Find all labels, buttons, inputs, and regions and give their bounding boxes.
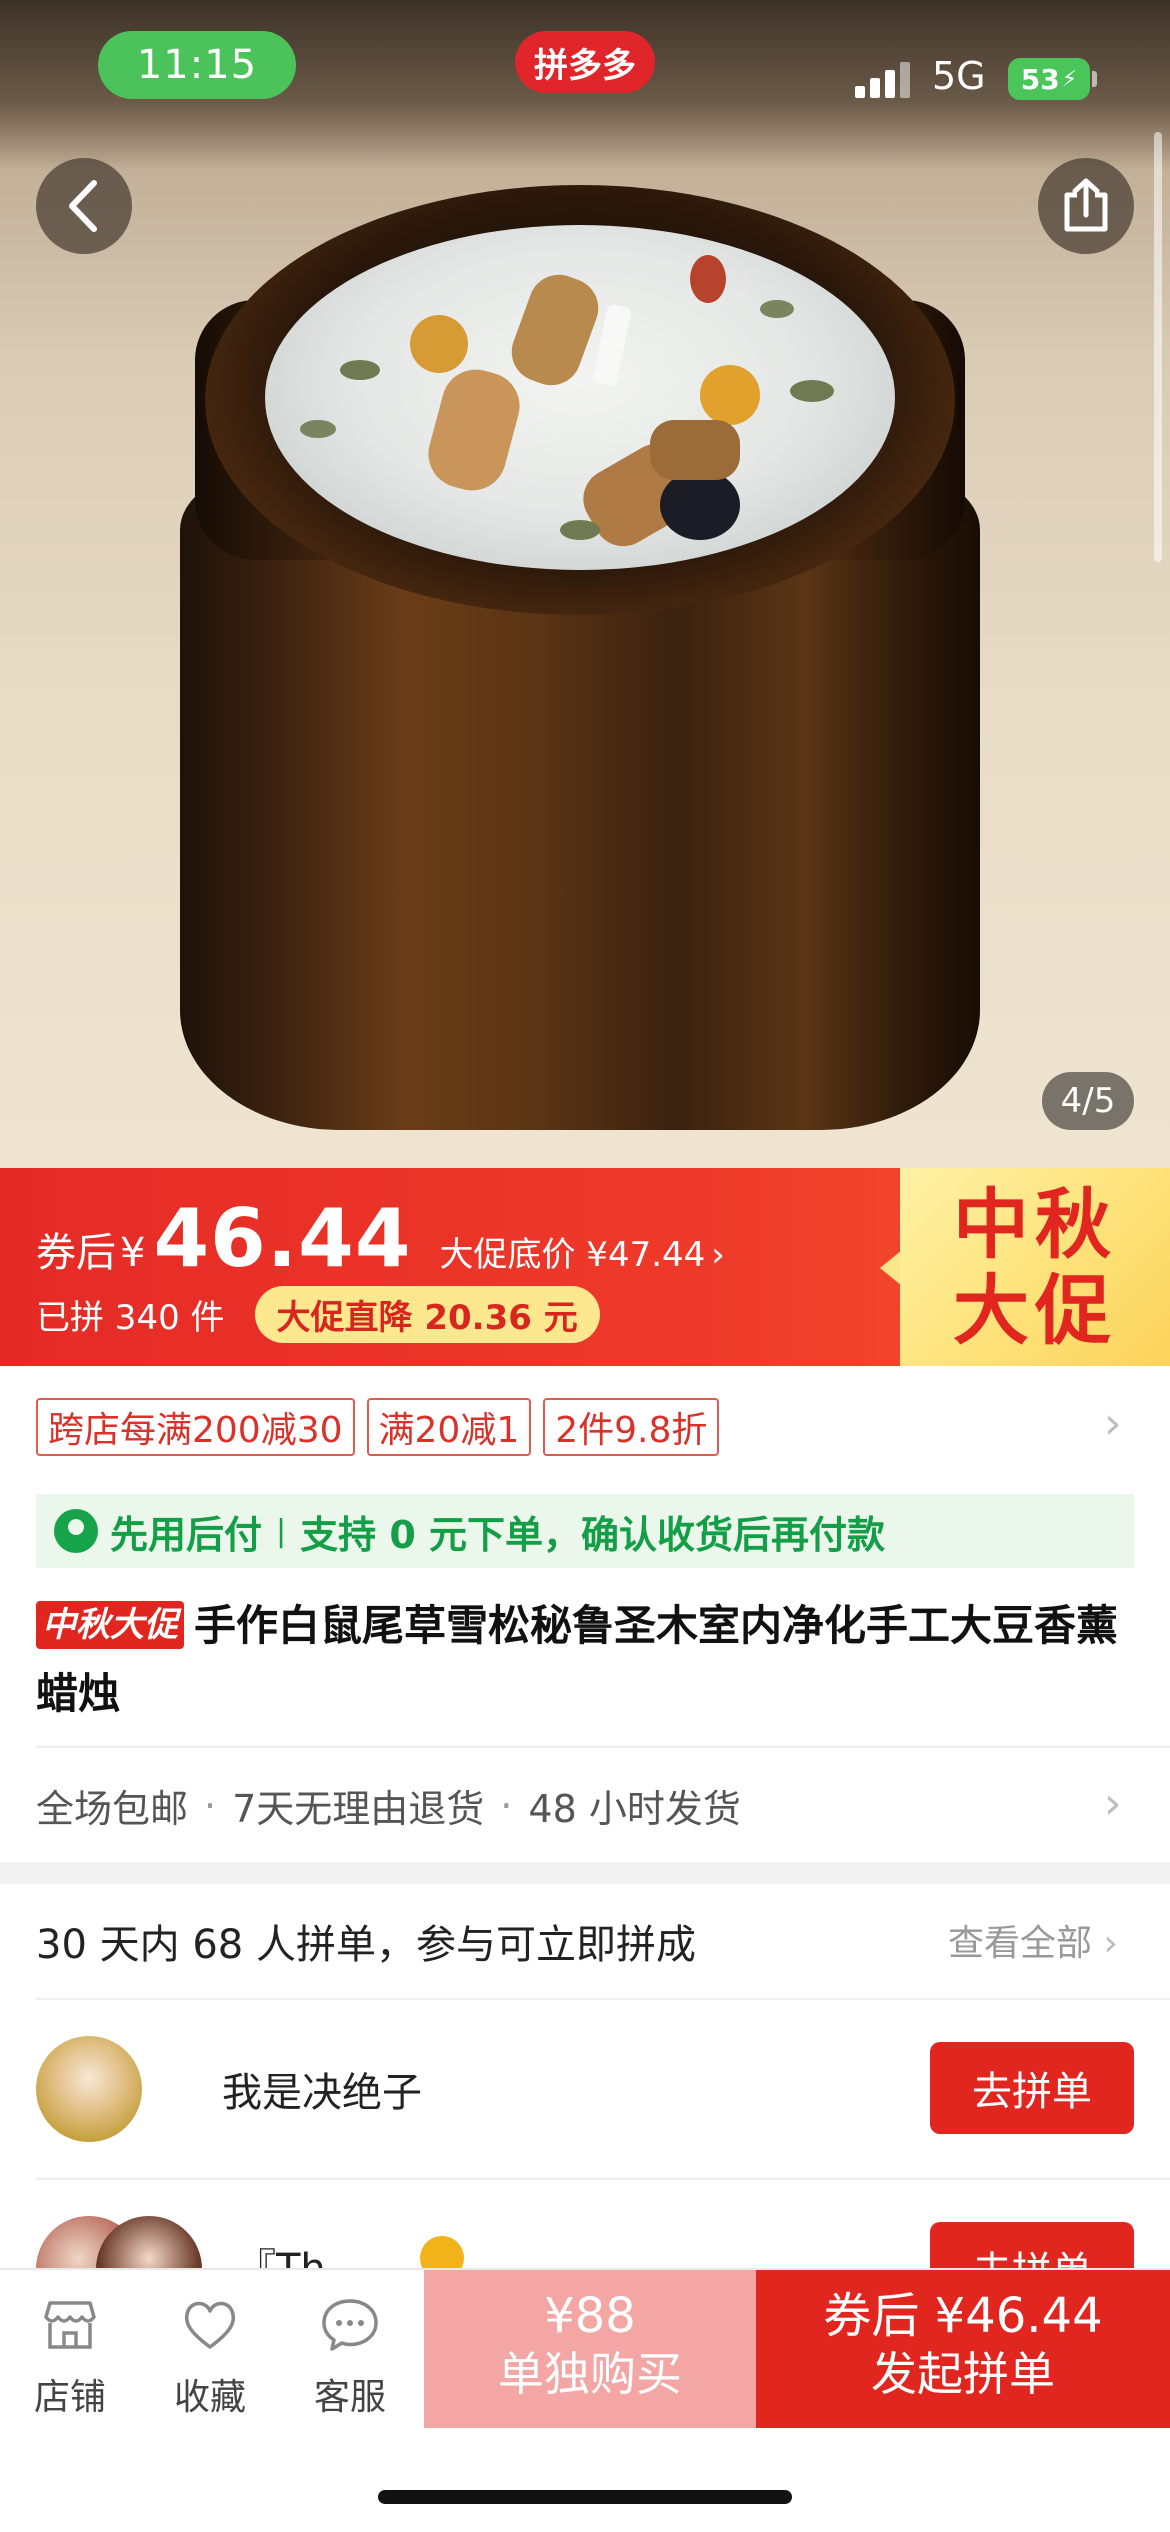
network-label: 5G xyxy=(932,54,986,98)
coupon-price-label: 券后 xyxy=(36,1230,116,1276)
share-icon xyxy=(1064,178,1108,232)
product-title: 中秋大促 手作白鼠尾草雪松秘鲁圣木室内净化手工大豆香薰蜡烛 xyxy=(36,1592,1146,1728)
tab-favorite[interactable]: 收藏 xyxy=(150,2290,270,2420)
product-image[interactable] xyxy=(0,0,1170,1168)
store-icon xyxy=(10,2290,130,2360)
promo-low-price[interactable]: 大促底价 ¥47.44 xyxy=(440,1227,706,1276)
festival-line-1: 中秋 xyxy=(953,1180,1117,1269)
festival-badge: 中秋 大促 xyxy=(900,1168,1170,1366)
user-name: 我是决绝子 xyxy=(222,2070,422,2116)
divider xyxy=(36,1998,1170,2000)
herb-piece xyxy=(340,360,380,380)
group-label: 发起拼单 xyxy=(871,2347,1055,2401)
festival-line-2: 大促 xyxy=(953,1266,1117,1355)
divider xyxy=(36,1746,1170,1748)
herb-piece xyxy=(300,420,336,438)
pay-later-separator: | xyxy=(276,1513,287,1549)
image-counter: 4/5 xyxy=(1042,1072,1134,1130)
see-all-label: 查看全部 xyxy=(948,1923,1093,1964)
tab-label: 收藏 xyxy=(173,2377,246,2418)
user-shield-icon xyxy=(54,1509,98,1553)
price-line: 券后 ¥ 46.44 大促底价 ¥47.44 › xyxy=(36,1192,725,1285)
join-group-button[interactable]: 去拼单 xyxy=(930,2042,1134,2134)
herb-piece xyxy=(410,315,468,373)
pay-later-banner[interactable]: 先用后付 | 支持 0 元下单，确认收货后再付款 xyxy=(36,1494,1134,1568)
coupon-tag[interactable]: 2件9.8折 xyxy=(543,1398,720,1456)
service-item: 7天无理由退货 xyxy=(232,1787,485,1831)
status-time: 11:15 xyxy=(98,31,296,99)
sales-line: 已拼 340 件 大促直降 20.36 元 xyxy=(36,1286,600,1343)
chevron-right-icon: › xyxy=(711,1235,725,1275)
tab-store[interactable]: 店铺 xyxy=(10,2290,130,2420)
tab-label: 店铺 xyxy=(33,2377,106,2418)
chat-icon xyxy=(290,2290,410,2360)
pay-later-desc: 支持 0 元下单，确认收货后再付款 xyxy=(300,1512,886,1557)
festival-notch xyxy=(880,1250,902,1286)
battery-tip xyxy=(1092,71,1097,87)
coupon-tag[interactable]: 满20减1 xyxy=(366,1398,532,1456)
scroll-indicator xyxy=(1154,132,1162,562)
back-button[interactable] xyxy=(36,158,132,254)
see-all-link[interactable]: 查看全部 › xyxy=(948,1914,1118,1966)
app-indicator: 拼多多 xyxy=(515,31,655,93)
herb-piece xyxy=(650,420,740,480)
battery-level: 53 xyxy=(1020,62,1060,96)
herb-piece xyxy=(560,520,600,540)
signal-icon xyxy=(855,58,915,98)
chevron-left-icon xyxy=(69,180,97,232)
separator-dot: · xyxy=(204,1783,217,1828)
avatar[interactable] xyxy=(36,2036,142,2142)
heart-icon xyxy=(150,2290,270,2360)
buy-alone-button[interactable]: ¥88 单独购买 xyxy=(424,2270,756,2428)
section-gap xyxy=(0,1862,1170,1884)
herb-piece xyxy=(700,365,760,425)
pay-later-title: 先用后付 xyxy=(110,1512,263,1557)
herb-piece xyxy=(790,380,834,402)
share-button[interactable] xyxy=(1038,158,1134,254)
sold-count: 已拼 340 件 xyxy=(36,1298,225,1338)
divider xyxy=(36,2178,1170,2180)
price-banner: 券后 ¥ 46.44 大促底价 ¥47.44 › 已拼 340 件 大促直降 2… xyxy=(0,1168,1170,1366)
currency-symbol: ¥ xyxy=(120,1230,146,1276)
tab-service[interactable]: 客服 xyxy=(290,2290,410,2420)
coupon-price: 46.44 xyxy=(153,1192,412,1285)
home-indicator[interactable] xyxy=(378,2490,792,2504)
herb-piece xyxy=(690,255,726,303)
promo-tag: 中秋大促 xyxy=(36,1601,184,1649)
buy-alone-price: ¥88 xyxy=(544,2288,636,2344)
separator-dot: · xyxy=(500,1783,513,1828)
coupon-list[interactable]: 跨店每满200减30 满20减1 2件9.8折 xyxy=(36,1398,720,1456)
service-guarantees[interactable]: 全场包邮 · 7天无理由退货 · 48 小时发货 xyxy=(36,1778,741,1833)
service-item: 48 小时发货 xyxy=(528,1787,741,1831)
chevron-right-icon: › xyxy=(1103,1923,1118,1964)
group-price: 券后 ¥46.44 xyxy=(823,2288,1103,2344)
herb-piece xyxy=(660,470,740,540)
start-group-button[interactable]: 券后 ¥46.44 发起拼单 xyxy=(756,2270,1170,2428)
battery-icon: 53 ⚡ xyxy=(1008,58,1090,100)
coupon-tag[interactable]: 跨店每满200减30 xyxy=(36,1398,355,1456)
product-title-text: 手作白鼠尾草雪松秘鲁圣木室内净化手工大豆香薰蜡烛 xyxy=(36,1601,1119,1718)
chevron-right-icon[interactable]: › xyxy=(1104,1398,1122,1449)
discount-badge: 大促直降 20.36 元 xyxy=(254,1286,600,1343)
service-item: 全场包邮 xyxy=(36,1787,189,1831)
herb-piece xyxy=(760,300,794,318)
group-buy-headline: 30 天内 68 人拼单，参与可立即拼成 xyxy=(36,1922,696,1968)
tab-label: 客服 xyxy=(313,2377,386,2418)
buy-alone-label: 单独购买 xyxy=(498,2347,682,2401)
chevron-right-icon[interactable]: › xyxy=(1104,1778,1122,1829)
